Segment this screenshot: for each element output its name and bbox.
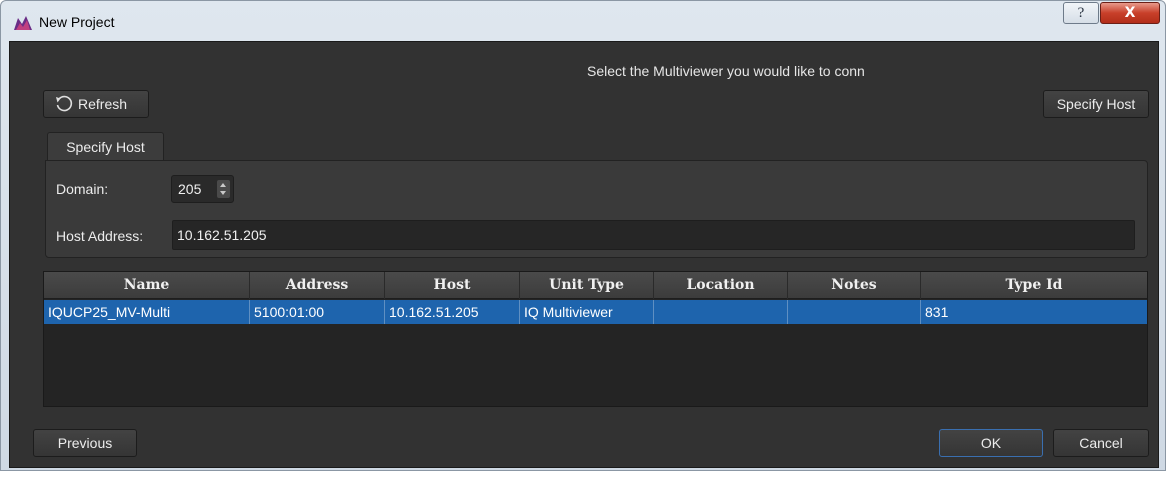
help-button[interactable]: ? bbox=[1063, 2, 1099, 24]
domain-spinbox[interactable]: 205 bbox=[171, 175, 234, 203]
title-bar: New Project ? X bbox=[1, 1, 1165, 41]
table-row[interactable]: IQUCP25_MV-Multi 5100:01:00 10.162.51.20… bbox=[44, 300, 1147, 324]
app-logo-icon bbox=[14, 16, 32, 30]
column-header-unit-type[interactable]: Unit Type bbox=[520, 272, 654, 299]
cell-address: 5100:01:00 bbox=[250, 300, 385, 324]
cell-location bbox=[654, 300, 788, 324]
table-header: Name Address Host Unit Type Location Not… bbox=[44, 272, 1147, 299]
cell-notes bbox=[788, 300, 921, 324]
spin-down-icon[interactable] bbox=[220, 191, 226, 195]
cell-type-id: 831 bbox=[925, 304, 949, 320]
refresh-icon bbox=[56, 95, 73, 112]
tab-specify-host[interactable]: Specify Host bbox=[47, 132, 164, 160]
spin-arrows-icon[interactable] bbox=[217, 180, 230, 198]
multiviewer-table: Name Address Host Unit Type Location Not… bbox=[43, 271, 1148, 407]
specify-host-button[interactable]: Specify Host bbox=[1043, 90, 1149, 118]
refresh-label: Refresh bbox=[78, 96, 128, 112]
new-project-window: New Project ? X Select the Multiviewer y… bbox=[0, 0, 1166, 471]
cancel-button[interactable]: Cancel bbox=[1053, 429, 1149, 457]
cell-host: 10.162.51.205 bbox=[385, 300, 520, 324]
column-header-address[interactable]: Address bbox=[250, 272, 385, 299]
previous-button[interactable]: Previous bbox=[33, 429, 137, 457]
spin-up-icon[interactable] bbox=[220, 183, 226, 187]
dialog-body: Select the Multiviewer you would like to… bbox=[9, 41, 1159, 468]
column-header-location[interactable]: Location bbox=[654, 272, 788, 299]
cell-name: IQUCP25_MV-Multi bbox=[44, 300, 250, 324]
domain-value: 205 bbox=[178, 181, 202, 197]
instruction-text: Select the Multiviewer you would like to… bbox=[587, 63, 865, 79]
host-address-input[interactable]: 10.162.51.205 bbox=[172, 220, 1135, 250]
column-header-type-id[interactable]: Type Id bbox=[921, 272, 1147, 299]
close-button[interactable]: X bbox=[1100, 2, 1160, 24]
cell-unit-type: IQ Multiviewer bbox=[520, 300, 654, 324]
column-header-notes[interactable]: Notes bbox=[788, 272, 921, 299]
host-address-label: Host Address: bbox=[56, 228, 144, 244]
window-title: New Project bbox=[39, 14, 115, 30]
ok-button[interactable]: OK bbox=[939, 429, 1043, 457]
column-header-host[interactable]: Host bbox=[385, 272, 520, 299]
specify-host-panel: Domain: 205 Host Address: 10.162.51.205 bbox=[45, 160, 1148, 258]
refresh-button[interactable]: Refresh bbox=[43, 90, 149, 118]
column-header-name[interactable]: Name bbox=[44, 272, 250, 299]
domain-label: Domain: bbox=[56, 181, 109, 197]
